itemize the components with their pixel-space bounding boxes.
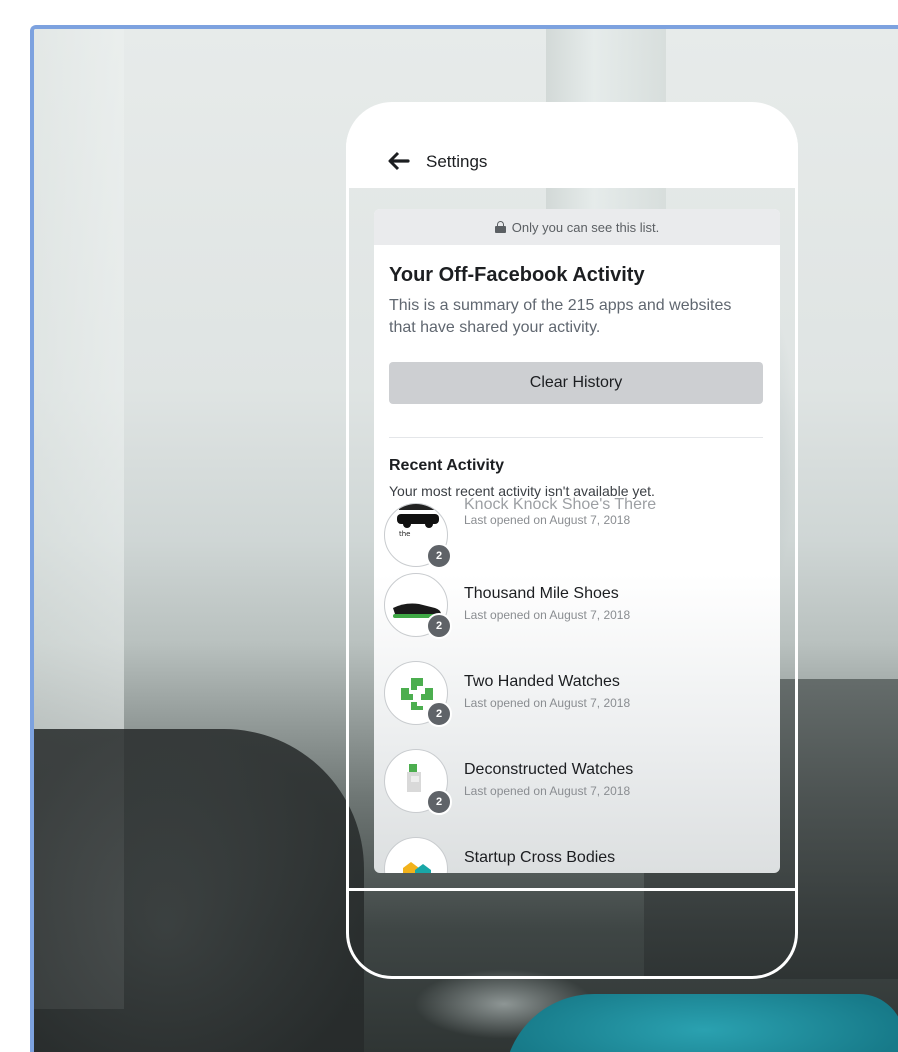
phone-outline xyxy=(346,102,798,979)
background-chair xyxy=(34,729,364,1052)
background-teal-pillow xyxy=(504,994,898,1052)
phone-mockup: Settings Only you can see this list. You… xyxy=(346,102,798,979)
